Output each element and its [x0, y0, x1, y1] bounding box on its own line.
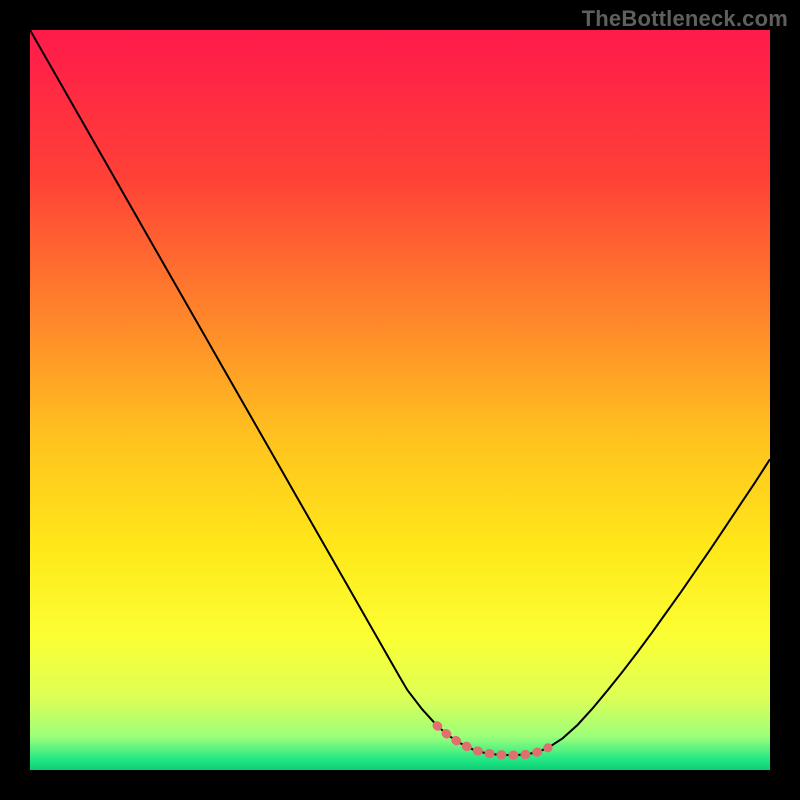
- plot-area: [30, 30, 770, 770]
- series-optimal-range-marker: [437, 726, 548, 756]
- chart-frame: TheBottleneck.com: [0, 0, 800, 800]
- chart-curves: [30, 30, 770, 770]
- watermark-text: TheBottleneck.com: [582, 6, 788, 32]
- series-bottleneck-curve: [30, 30, 770, 755]
